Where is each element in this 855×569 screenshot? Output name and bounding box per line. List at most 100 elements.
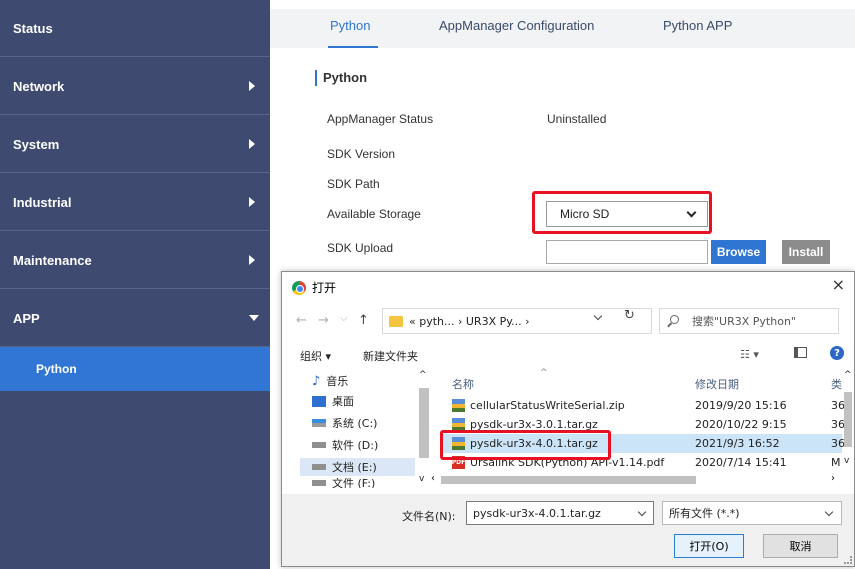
file-row[interactable]: cellularStatusWriteSerial.zip 2019/9/20 …	[442, 396, 845, 415]
scrollbar-thumb[interactable]	[844, 392, 852, 447]
column-type[interactable]: 类	[831, 376, 842, 392]
tab-appmanager-configuration[interactable]: AppManager Configuration	[439, 18, 594, 33]
forward-arrow-icon[interactable]: →	[318, 313, 329, 328]
chevron-down-icon[interactable]	[637, 507, 647, 517]
file-list-header: 名称 ^ 修改日期 类	[442, 368, 854, 392]
install-button[interactable]: Install	[782, 240, 830, 264]
tree-label: 文件 (F:)	[332, 478, 376, 488]
search-input[interactable]: 搜索"UR3X Python"	[659, 308, 839, 334]
nav-label: Status	[13, 20, 53, 36]
address-path: « pyth... › UR3X Py... ›	[409, 314, 530, 328]
highlight-box	[440, 430, 611, 460]
drive-icon	[312, 464, 326, 470]
scroll-left-icon[interactable]: ‹	[431, 473, 435, 484]
address-row: ← → ⌵ ↑ « pyth... › UR3X Py... › ↻ 搜索"UR…	[282, 304, 854, 338]
tree-item-music[interactable]: ♪ 音乐	[312, 372, 432, 390]
nav-industrial[interactable]: Industrial	[0, 174, 270, 231]
nav-label: System	[13, 136, 60, 152]
chevron-right-icon	[249, 197, 255, 207]
file-list-scrollbar[interactable]: ^ v	[842, 370, 854, 470]
preview-pane-icon[interactable]	[794, 347, 807, 358]
tree-item-drive-f[interactable]: 文件 (F:)	[312, 478, 432, 488]
file-date: 2020/10/22 9:15	[695, 418, 787, 431]
sdk-upload-field[interactable]	[546, 240, 708, 264]
tree-item-drive-e[interactable]: 文档 (E:)	[300, 458, 415, 476]
filetype-select[interactable]: 所有文件 (*.*)	[662, 501, 842, 525]
filename-input[interactable]: pysdk-ur3x-4.0.1.tar.gz	[466, 501, 654, 525]
filename-label: 文件名(N):	[402, 510, 456, 523]
nav-system[interactable]: System	[0, 116, 270, 173]
active-tab-indicator	[328, 46, 378, 48]
tree-scrollbar[interactable]: ^ v	[416, 370, 432, 488]
filename-value: pysdk-ur3x-4.0.1.tar.gz	[473, 506, 601, 520]
organize-menu[interactable]: 组织 ▾	[300, 348, 331, 364]
new-folder-button[interactable]: 新建文件夹	[363, 348, 418, 364]
file-date: 2019/9/20 15:16	[695, 399, 787, 412]
tree-item-desktop[interactable]: 桌面	[312, 392, 432, 410]
open-button[interactable]: 打开(O)	[674, 534, 744, 558]
chevron-down-icon	[249, 315, 259, 321]
close-icon[interactable]: ×	[832, 275, 845, 294]
back-arrow-icon[interactable]: ←	[296, 313, 307, 328]
search-placeholder: 搜索"UR3X Python"	[692, 315, 796, 328]
tree-label: 软件 (D:)	[332, 439, 379, 452]
nav-sub-label: Python	[36, 362, 77, 376]
horizontal-scrollbar[interactable]: ‹ ›	[429, 472, 854, 488]
chrome-icon	[292, 280, 306, 295]
cancel-button[interactable]: 取消	[763, 534, 838, 558]
scroll-up-icon[interactable]: ^	[419, 370, 427, 380]
nav-app[interactable]: APP	[0, 290, 270, 347]
folder-tree: ♪ 音乐 桌面 系统 (C:) 软件 (D:) 文档 (E:) 文件 (F:) …	[282, 370, 438, 488]
nav-status[interactable]: Status	[0, 0, 270, 57]
tab-python[interactable]: Python	[330, 18, 370, 33]
tree-item-drive-c[interactable]: 系统 (C:)	[312, 414, 432, 432]
nav-maintenance[interactable]: Maintenance	[0, 232, 270, 289]
music-icon: ♪	[312, 373, 321, 389]
chevron-right-icon	[249, 255, 255, 265]
archive-icon	[452, 399, 465, 412]
nav-label: Industrial	[13, 194, 72, 210]
chevron-right-icon	[249, 139, 255, 149]
refresh-icon[interactable]: ↻	[624, 308, 635, 323]
scroll-down-icon[interactable]: v	[419, 474, 424, 484]
section-title: Python	[315, 70, 367, 86]
dialog-title: 打开	[312, 281, 337, 295]
tab-bar: Python AppManager Configuration Python A…	[270, 0, 855, 48]
scroll-right-icon[interactable]: ›	[831, 473, 835, 484]
column-date[interactable]: 修改日期	[695, 376, 739, 392]
help-icon[interactable]: ?	[830, 346, 844, 360]
recent-locations-icon[interactable]: ⌵	[340, 313, 348, 324]
nav-label: Network	[13, 78, 65, 94]
scrollbar-thumb[interactable]	[419, 388, 429, 458]
address-bar[interactable]: « pyth... › UR3X Py... ›	[382, 308, 652, 334]
up-arrow-icon[interactable]: ↑	[358, 313, 369, 328]
file-date: 2021/9/3 16:52	[695, 437, 780, 450]
file-type: M	[831, 456, 841, 469]
search-icon	[670, 315, 679, 324]
view-options-icon[interactable]: ☷ ▾	[740, 348, 759, 361]
drive-icon	[312, 442, 326, 448]
column-name[interactable]: 名称	[452, 376, 474, 392]
file-date: 2020/7/14 15:41	[695, 456, 787, 469]
nav-sub-python[interactable]: Python	[0, 347, 270, 391]
dialog-footer: 文件名(N): pysdk-ur3x-4.0.1.tar.gz 所有文件 (*.…	[282, 494, 854, 566]
scroll-up-icon[interactable]: ^	[844, 370, 852, 380]
appmanager-status-label: AppManager Status	[327, 112, 434, 126]
resize-grip-icon[interactable]	[844, 556, 852, 564]
dialog-titlebar: 打开	[292, 279, 336, 296]
scrollbar-thumb[interactable]	[441, 476, 696, 484]
chevron-down-icon	[824, 507, 834, 517]
nav-network[interactable]: Network	[0, 58, 270, 115]
file-name: cellularStatusWriteSerial.zip	[470, 399, 625, 412]
tree-label: 文档 (E:)	[332, 461, 377, 474]
available-storage-label: Available Storage	[327, 207, 421, 221]
tree-item-drive-d[interactable]: 软件 (D:)	[312, 436, 432, 454]
file-list: 名称 ^ 修改日期 类 cellularStatusWriteSerial.zi…	[442, 368, 854, 488]
browse-button[interactable]: Browse	[711, 240, 766, 264]
filetype-value: 所有文件 (*.*)	[669, 507, 740, 520]
desktop-icon	[312, 395, 326, 407]
tree-label: 桌面	[332, 395, 354, 408]
sidebar: Status Network System Industrial Mainten…	[0, 0, 270, 569]
tab-python-app[interactable]: Python APP	[663, 18, 732, 33]
scroll-down-icon[interactable]: v	[844, 456, 849, 466]
